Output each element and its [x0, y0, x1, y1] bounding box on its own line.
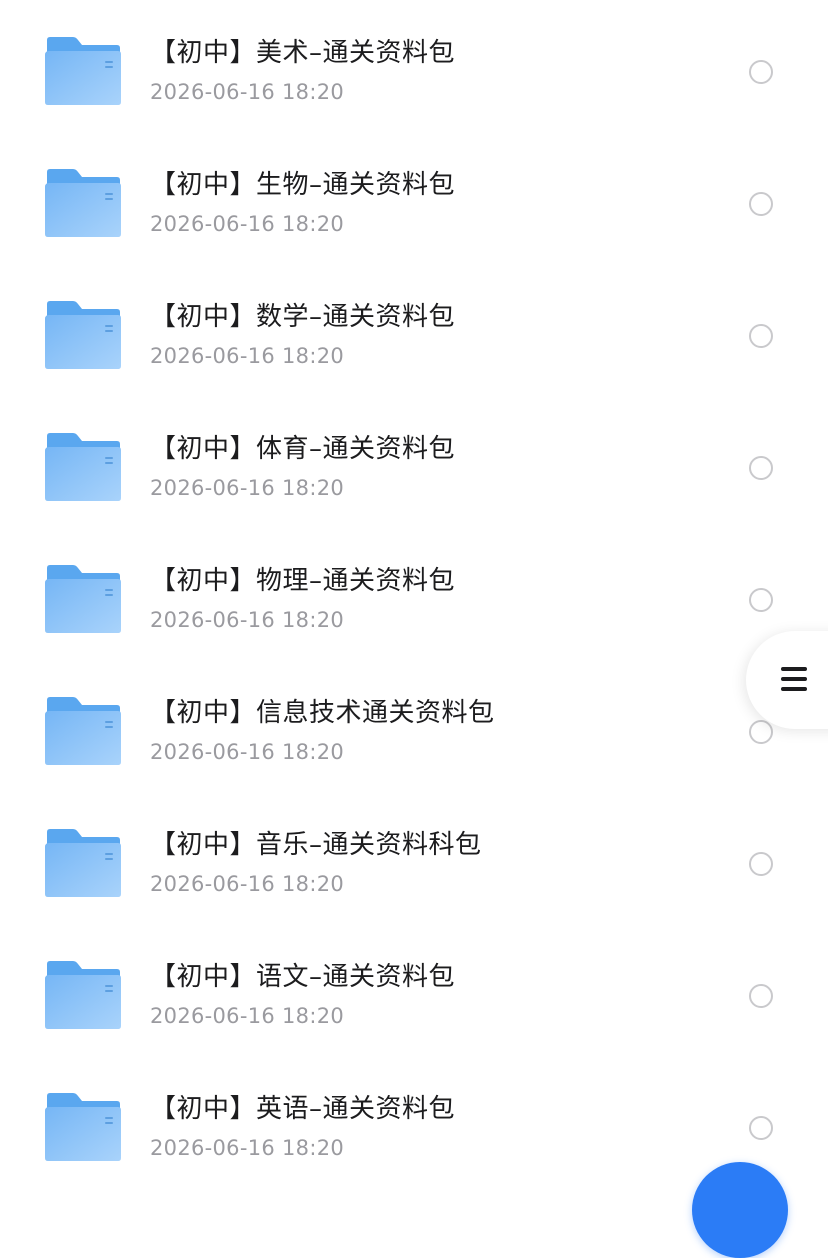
- file-date: 2026-06-16 18:20: [150, 872, 345, 896]
- folder-icon: [45, 565, 121, 633]
- file-name: 【初中】英语–通关资料包: [150, 1094, 456, 1124]
- file-date: 2026-06-16 18:20: [150, 476, 345, 500]
- file-name: 【初中】语文–通关资料包: [150, 962, 456, 992]
- file-date: 2026-06-16 18:20: [150, 740, 345, 764]
- select-radio[interactable]: [749, 984, 773, 1008]
- list-item[interactable]: 【初中】数学–通关资料包 2026-06-16 18:20: [0, 270, 828, 402]
- folder-icon: [45, 697, 121, 765]
- folder-icon: [45, 37, 121, 105]
- list-item[interactable]: 【初中】体育–通关资料包 2026-06-16 18:20: [0, 402, 828, 534]
- folder-icon: [45, 169, 121, 237]
- select-radio[interactable]: [749, 192, 773, 216]
- file-name: 【初中】美术–通关资料包: [150, 38, 456, 68]
- file-date: 2026-06-16 18:20: [150, 344, 345, 368]
- file-date: 2026-06-16 18:20: [150, 1004, 345, 1028]
- folder-icon: [45, 829, 121, 897]
- select-radio[interactable]: [749, 852, 773, 876]
- file-date: 2026-06-16 18:20: [150, 212, 345, 236]
- file-name: 【初中】生物–通关资料包: [150, 170, 456, 200]
- select-radio[interactable]: [749, 588, 773, 612]
- file-name: 【初中】音乐–通关资料科包: [150, 830, 482, 860]
- list-item[interactable]: 【初中】美术–通关资料包 2026-06-16 18:20: [0, 6, 828, 138]
- file-list: 【初中】美术–通关资料包 2026-06-16 18:20 【初中】生物–通关资…: [0, 0, 828, 1191]
- folder-icon: [45, 433, 121, 501]
- list-item[interactable]: 【初中】音乐–通关资料科包 2026-06-16 18:20: [0, 798, 828, 930]
- menu-icon: [781, 667, 807, 691]
- list-item[interactable]: 【初中】语文–通关资料包 2026-06-16 18:20: [0, 930, 828, 1062]
- select-radio[interactable]: [749, 456, 773, 480]
- list-item[interactable]: 【初中】物理–通关资料包 2026-06-16 18:20: [0, 534, 828, 666]
- folder-icon: [45, 1093, 121, 1161]
- file-name: 【初中】体育–通关资料包: [150, 434, 456, 464]
- list-item[interactable]: 【初中】信息技术通关资料包 2026-06-16 18:20: [0, 666, 828, 798]
- select-radio[interactable]: [749, 1116, 773, 1140]
- file-date: 2026-06-16 18:20: [150, 608, 345, 632]
- select-radio[interactable]: [749, 720, 773, 744]
- file-date: 2026-06-16 18:20: [150, 1136, 345, 1160]
- select-radio[interactable]: [749, 324, 773, 348]
- list-item[interactable]: 【初中】生物–通关资料包 2026-06-16 18:20: [0, 138, 828, 270]
- list-item[interactable]: 【初中】英语–通关资料包 2026-06-16 18:20: [0, 1062, 828, 1194]
- file-name: 【初中】物理–通关资料包: [150, 566, 456, 596]
- folder-icon: [45, 961, 121, 1029]
- file-date: 2026-06-16 18:20: [150, 80, 345, 104]
- folder-icon: [45, 301, 121, 369]
- file-name: 【初中】信息技术通关资料包: [150, 698, 495, 728]
- select-radio[interactable]: [749, 60, 773, 84]
- add-button[interactable]: [692, 1162, 788, 1258]
- file-name: 【初中】数学–通关资料包: [150, 302, 456, 332]
